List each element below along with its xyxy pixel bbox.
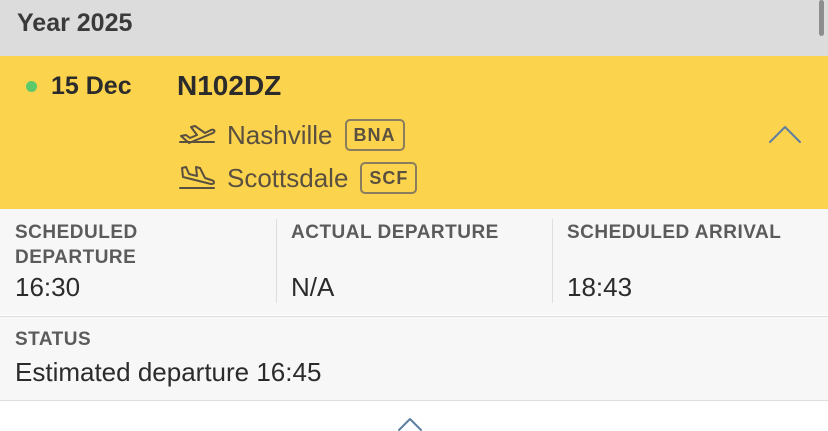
bottom-area — [0, 400, 828, 431]
times-section: SCHEDULED DEPARTURE 16:30 ACTUAL DEPARTU… — [0, 209, 828, 315]
actual-departure-value: N/A — [291, 272, 335, 302]
actual-departure-label: ACTUAL DEPARTURE — [291, 222, 499, 243]
scrollbar[interactable] — [819, 0, 824, 36]
flight-date: 15 Dec — [51, 72, 132, 100]
actual-departure-col: ACTUAL DEPARTURE N/A — [276, 209, 552, 315]
status-label: STATUS — [15, 329, 92, 350]
status-dot — [26, 81, 37, 92]
origin-code-badge: BNA — [344, 119, 405, 151]
scheduled-arrival-label: SCHEDULED ARRIVAL — [567, 222, 782, 243]
destination-city: Scottsdale — [227, 162, 349, 193]
scheduled-arrival-value: 18:43 — [567, 272, 633, 302]
origin-row: Nashville BNA — [177, 118, 405, 152]
year-header: Year 2025 — [0, 0, 828, 56]
plane-landing-icon — [179, 166, 215, 189]
destination-row: Scottsdale SCF — [177, 161, 418, 195]
chevron-up-icon[interactable] — [768, 123, 802, 145]
scheduled-departure-col: SCHEDULED DEPARTURE 16:30 — [0, 209, 276, 315]
status-section: STATUS Estimated departure 16:45 — [0, 316, 828, 401]
origin-city: Nashville — [227, 119, 333, 150]
year-label: Year 2025 — [17, 9, 133, 37]
status-value: Estimated departure 16:45 — [15, 357, 322, 387]
scheduled-departure-value: 16:30 — [15, 272, 81, 302]
flight-card[interactable]: 15 Dec N102DZ Nashville BNA Scottsdale S… — [0, 56, 828, 209]
plane-takeoff-icon — [179, 125, 216, 144]
scheduled-arrival-col: SCHEDULED ARRIVAL 18:43 — [552, 209, 828, 315]
destination-code-badge: SCF — [360, 162, 418, 194]
tail-number: N102DZ — [177, 70, 282, 101]
scheduled-departure-label: SCHEDULED DEPARTURE — [15, 222, 138, 268]
chevron-up-icon[interactable] — [397, 417, 423, 431]
